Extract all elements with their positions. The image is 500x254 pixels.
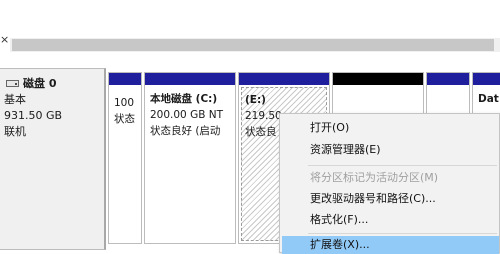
partition-size: 200.00 GB NT: [150, 109, 224, 121]
menu-item-mark-active[interactable]: 将分区标记为活动分区(M): [310, 171, 438, 185]
menu-item-extend-volume[interactable]: 扩展卷(X)...: [310, 238, 370, 252]
disk-status: 联机: [4, 125, 26, 138]
disk-type: 基本: [4, 93, 26, 106]
menu-item-open[interactable]: 打开(O): [310, 121, 349, 135]
partition-status: 状态良好 (启动: [150, 125, 221, 137]
partition-label: (E:): [245, 94, 266, 106]
menu-item-explorer[interactable]: 资源管理器(E): [310, 143, 381, 157]
menu-separator: [308, 233, 497, 234]
menu-item-change-drive-letter[interactable]: 更改驱动器号和路径(C)...: [310, 192, 436, 206]
hard-disk-icon: [6, 79, 19, 87]
partition-header-bar: [333, 73, 423, 85]
partition-header-bar: [109, 73, 141, 85]
scrollbar-thumb[interactable]: [12, 39, 494, 51]
close-icon[interactable]: ×: [0, 34, 9, 46]
partition-header-bar: [427, 73, 469, 85]
partition-header-bar: [239, 73, 329, 85]
disk-name: 磁盘 0: [23, 77, 57, 90]
context-menu: 打开(O) 资源管理器(E) 将分区标记为活动分区(M) 更改驱动器号和路径(C…: [279, 113, 500, 254]
partition-status: 状态: [114, 113, 135, 125]
partition-size: 100: [114, 97, 135, 109]
partition-label: Dat: [478, 93, 499, 105]
partition-c[interactable]: 本地磁盘 (C:) 200.00 GB NT 状态良好 (启动: [144, 72, 236, 244]
partition-header-bar: [145, 73, 235, 85]
disk-size: 931.50 GB: [4, 109, 63, 122]
menu-item-format[interactable]: 格式化(F)...: [310, 213, 368, 227]
menu-separator: [308, 165, 497, 166]
partition-system-reserved[interactable]: 100 状态: [108, 72, 142, 244]
disk-title-row: 磁盘 0: [6, 76, 56, 90]
partition-header-bar: [473, 73, 500, 85]
partition-label: 本地磁盘 (C:): [150, 93, 218, 105]
